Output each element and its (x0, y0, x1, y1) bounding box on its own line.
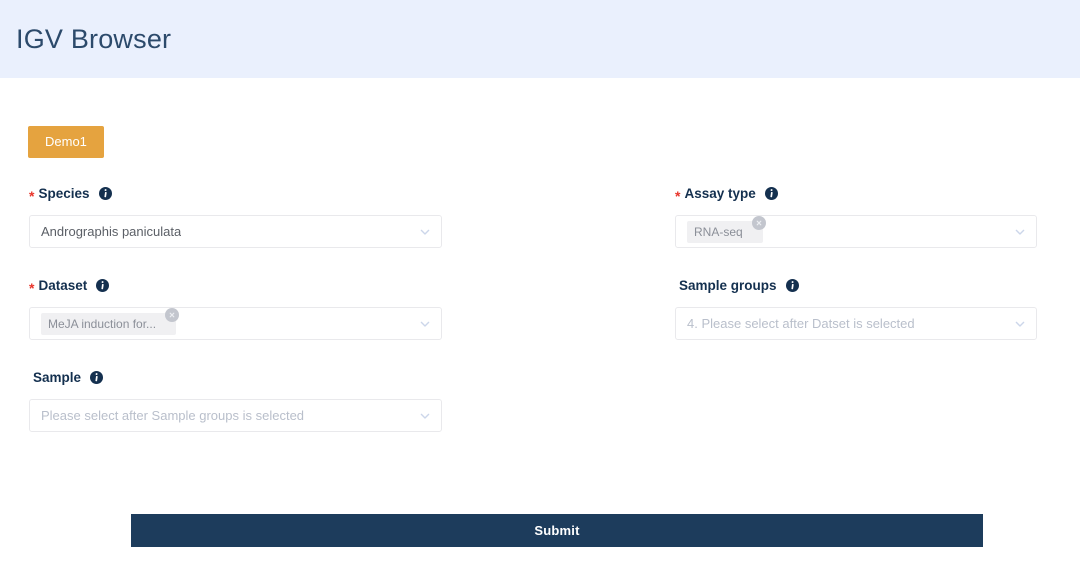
select-sample[interactable]: Please select after Sample groups is sel… (29, 399, 442, 432)
tag-chip-assay-type: RNA-seq (687, 215, 766, 243)
chevron-down-icon (419, 410, 431, 422)
app-header: IGV Browser (0, 0, 1080, 78)
tab-demo1[interactable]: Demo1 (28, 126, 104, 158)
field-sample: Sample Please select after Sample groups… (29, 370, 442, 432)
field-label-species: * Species (29, 185, 442, 204)
select-species-value: Andrographis paniculata (41, 224, 182, 239)
label-text-sample-groups: Sample groups (679, 277, 777, 293)
field-species: * Species Andrographis paniculata (29, 186, 442, 248)
chevron-down-icon (419, 226, 431, 238)
submit-row: Submit (131, 514, 983, 547)
select-dataset[interactable]: MeJA induction for... (29, 307, 442, 340)
info-circle-icon[interactable] (96, 279, 110, 292)
label-text-sample: Sample (33, 369, 82, 385)
select-sample-groups[interactable]: 4. Please select after Datset is selecte… (675, 307, 1037, 340)
tab-bar: Demo1 (28, 126, 104, 158)
required-marker: * (675, 187, 681, 204)
tag-chip-dataset-label: MeJA induction for... (48, 317, 157, 330)
page-title: IGV Browser (16, 23, 172, 54)
field-label-sample-groups: Sample groups (675, 278, 1037, 293)
form-column-right: * Assay type RNA-seq Sample groups 4. Pl… (675, 186, 1037, 340)
chevron-down-icon (419, 318, 431, 330)
submit-button[interactable]: Submit (131, 514, 983, 547)
field-label-assay-type: * Assay type (675, 185, 1037, 204)
close-circle-icon[interactable] (165, 307, 180, 322)
select-assay-type[interactable]: RNA-seq (675, 215, 1037, 248)
select-sample-placeholder: Please select after Sample groups is sel… (41, 408, 305, 423)
field-label-sample: Sample (29, 370, 442, 385)
info-circle-icon[interactable] (764, 187, 778, 200)
form-column-left: * Species Andrographis paniculata * Data… (29, 186, 442, 432)
tag-chip-dataset: MeJA induction for... (41, 307, 180, 335)
required-marker: * (29, 187, 35, 204)
field-label-dataset: * Dataset (29, 277, 442, 296)
required-marker: * (29, 279, 35, 296)
tag-chip-assay-type-label: RNA-seq (694, 225, 743, 238)
select-species[interactable]: Andrographis paniculata (29, 215, 442, 248)
info-circle-icon[interactable] (90, 371, 104, 384)
info-circle-icon[interactable] (785, 279, 799, 292)
select-sample-groups-placeholder: 4. Please select after Datset is selecte… (687, 316, 915, 331)
field-sample-groups: Sample groups 4. Please select after Dat… (675, 278, 1037, 340)
chevron-down-icon (1014, 318, 1026, 330)
label-text-assay-type: Assay type (684, 185, 756, 201)
close-circle-icon[interactable] (751, 215, 766, 230)
label-text-dataset: Dataset (38, 277, 88, 293)
label-text-species: Species (38, 185, 90, 201)
chevron-down-icon (1014, 226, 1026, 238)
field-dataset: * Dataset MeJA induction for... (29, 278, 442, 340)
info-circle-icon[interactable] (98, 187, 112, 200)
field-assay-type: * Assay type RNA-seq (675, 186, 1037, 248)
